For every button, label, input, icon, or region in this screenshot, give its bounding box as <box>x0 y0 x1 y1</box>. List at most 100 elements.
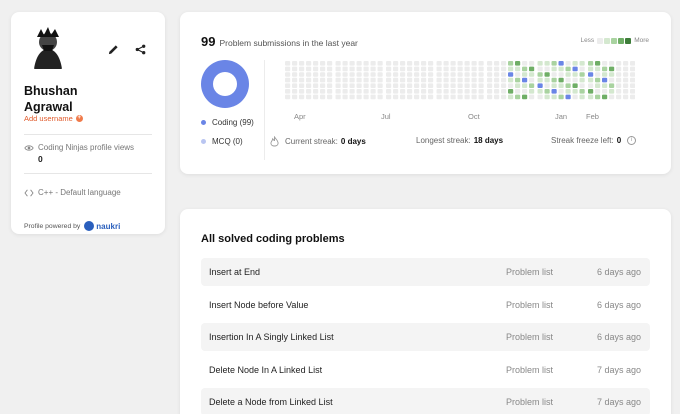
problem-row[interactable]: Delete Node In A Linked List Problem list… <box>201 356 650 384</box>
problem-row[interactable]: Insert Node before Value Problem list 6 da… <box>201 291 650 319</box>
problem-row[interactable]: Insertion In A Singly Linked List Problem… <box>201 323 650 351</box>
heatmap-cell <box>443 94 449 100</box>
heatmap-cell <box>572 83 578 88</box>
heatmap-cell <box>508 72 514 77</box>
heatmap-cell <box>565 83 571 88</box>
naukri-logo[interactable]: naukri <box>84 221 120 231</box>
heatmap-cell <box>327 77 333 83</box>
heatmap-cell <box>292 94 298 100</box>
legend-swatch <box>625 37 632 44</box>
heatmap-cell <box>471 72 477 77</box>
problem-list-link[interactable]: Problem list <box>506 365 553 375</box>
share-icon[interactable] <box>133 42 147 56</box>
heatmap-cell <box>478 66 484 72</box>
heatmap-cell <box>320 77 326 83</box>
heatmap-cell <box>630 83 635 88</box>
add-username-link[interactable]: Add username + <box>24 114 83 123</box>
heatmap-cell <box>565 61 571 66</box>
coding-label: Coding (99) <box>212 118 254 127</box>
heatmap-cell <box>292 89 298 94</box>
profile-card: Bhushan Agrawal Add username + Coding Ni… <box>11 12 165 234</box>
heatmap-cell <box>285 83 291 88</box>
heatmap-cell <box>386 66 392 72</box>
heatmap-cell <box>443 66 449 72</box>
longest-streak-label: Longest streak: <box>416 136 471 145</box>
heatmap-cell <box>572 94 578 100</box>
heatmap-cell <box>501 61 507 66</box>
submission-donut-chart <box>201 60 249 108</box>
problem-name: Insert Node before Value <box>209 299 309 310</box>
streak-freeze: Streak freeze left: 0 i <box>551 136 637 145</box>
heatmap-cell <box>609 94 615 100</box>
heatmap-cell <box>356 83 362 88</box>
legend-swatch <box>604 37 611 44</box>
heatmap-cell <box>609 61 615 66</box>
naukri-icon <box>84 221 95 231</box>
heatmap-cell <box>501 89 507 94</box>
heatmap-cell <box>572 66 578 72</box>
views-count: 0 <box>38 154 43 164</box>
problem-list-link[interactable]: Problem list <box>506 397 553 407</box>
heatmap-cell <box>335 72 341 77</box>
problem-time: 6 days ago <box>596 332 641 342</box>
longest-streak-value: 18 days <box>473 136 504 145</box>
heatmap-cell <box>522 94 528 100</box>
heatmap-cell <box>400 94 406 100</box>
heatmap-cell <box>363 72 369 77</box>
powered-by: Profile powered by naukri <box>24 221 120 231</box>
heatmap-cell <box>313 61 319 66</box>
code-icon <box>24 189 34 196</box>
heatmap-cell <box>522 72 528 77</box>
heatmap-cell <box>450 94 456 100</box>
heatmap-cell <box>515 89 521 94</box>
problem-row[interactable]: Delete a Node from Linked List Problem li… <box>201 388 650 414</box>
heatmap-cell <box>572 72 578 77</box>
problem-name: Delete a Node from Linked List <box>209 397 333 407</box>
heatmap-cell <box>306 89 312 94</box>
month-label: Jan <box>555 112 568 121</box>
heatmap-cell <box>428 66 434 72</box>
mcq-label: MCQ (0) <box>212 137 243 146</box>
heatmap-cell <box>616 77 622 83</box>
heatmap-cell <box>558 66 564 72</box>
heatmap-cell <box>306 83 312 88</box>
heatmap-cell <box>522 61 528 66</box>
heatmap-cell <box>421 72 427 77</box>
problem-list-link[interactable]: Problem list <box>506 300 553 310</box>
heatmap-cell <box>602 61 608 66</box>
heatmap-cell <box>551 94 557 100</box>
heatmap-cell <box>595 89 601 94</box>
heatmap-cell <box>356 77 362 83</box>
heatmap-cell <box>630 77 635 83</box>
heatmap-cell <box>565 77 571 83</box>
legend-swatch <box>611 37 618 44</box>
heatmap-cell <box>522 83 528 88</box>
legend-swatch <box>618 37 625 44</box>
heatmap-cell <box>436 61 442 66</box>
heatmap-cell <box>349 94 355 100</box>
heatmap-cell <box>349 89 355 94</box>
heatmap-cell <box>616 94 622 100</box>
problem-list-link[interactable]: Problem list <box>506 267 553 277</box>
legend-less: Less <box>580 37 595 44</box>
info-icon[interactable]: i <box>627 136 637 145</box>
pencil-icon[interactable] <box>106 42 120 56</box>
heatmap-cell <box>349 72 355 77</box>
heatmap-cell <box>464 89 470 94</box>
last-name: Agrawal <box>24 100 73 114</box>
month-label: Feb <box>586 112 599 121</box>
problem-row[interactable]: Insert at End Problem list 6 days ago <box>201 258 650 286</box>
heatmap-cell <box>494 66 500 72</box>
problem-time: 7 days ago <box>596 364 641 375</box>
first-name: Bhushan <box>24 84 78 98</box>
problem-name: Delete Node In A Linked List <box>209 364 323 375</box>
heatmap-cell <box>551 61 557 66</box>
divider <box>24 134 152 135</box>
mcq-dot <box>201 139 206 144</box>
heatmap-cell <box>436 72 442 77</box>
legend-swatches <box>597 37 632 44</box>
current-streak-value: 0 days <box>340 137 366 146</box>
heatmap-cell <box>478 89 484 94</box>
heatmap-cell <box>457 72 463 77</box>
problem-list-link[interactable]: Problem list <box>506 332 553 342</box>
